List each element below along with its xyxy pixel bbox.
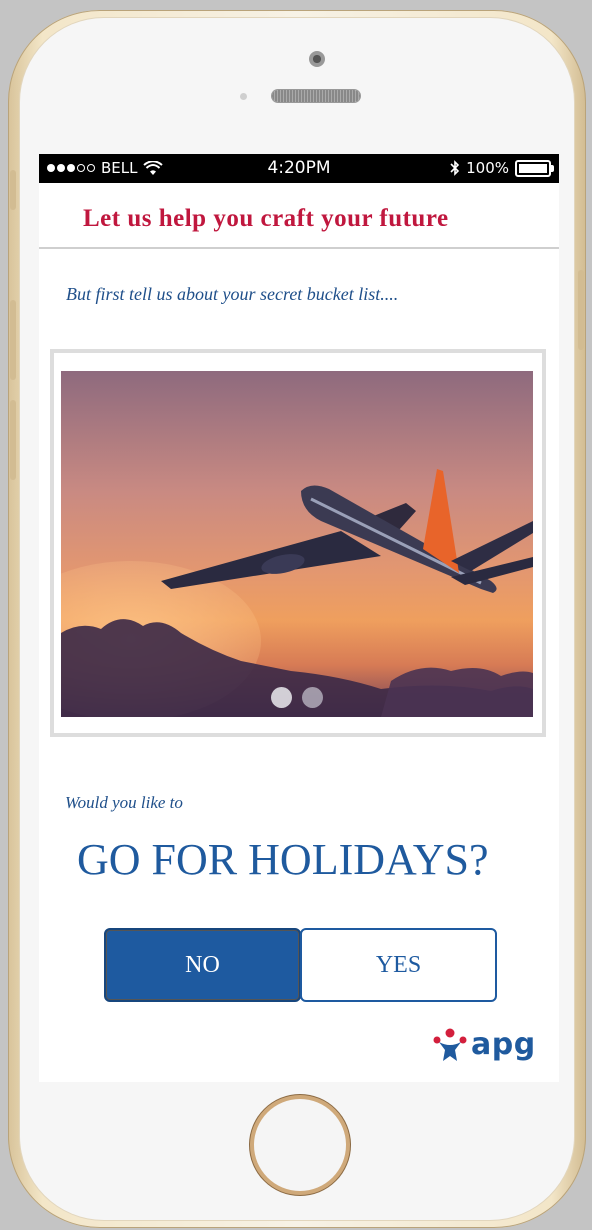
sensor-icon — [240, 93, 247, 100]
bluetooth-icon — [450, 160, 460, 176]
question-title: GO FOR HOLIDAYS? — [77, 835, 489, 884]
battery-percent: 100% — [466, 159, 509, 177]
volume-down-button — [10, 400, 16, 480]
volume-up-button — [10, 300, 16, 380]
app-screen: BELL 4:20PM 100% Let us help you craft y… — [39, 154, 559, 1082]
status-bar: BELL 4:20PM 100% — [39, 154, 559, 183]
carousel-dot[interactable] — [302, 687, 323, 708]
logo-text: apg — [471, 1027, 536, 1062]
airplane-icon — [61, 469, 533, 717]
battery-icon — [515, 159, 554, 177]
power-button — [578, 270, 584, 350]
page-title: Let us help you craft your future — [83, 205, 449, 232]
home-button[interactable] — [254, 1099, 346, 1191]
airplane-sunset-image[interactable] — [61, 371, 533, 717]
question-intro: Would you like to — [65, 793, 183, 812]
apg-logo: apg — [433, 1027, 536, 1062]
no-button[interactable]: NO — [104, 928, 301, 1002]
carousel-dot-active[interactable] — [271, 687, 292, 708]
intro-text: But first tell us about your secret buck… — [66, 284, 399, 304]
image-carousel[interactable] — [50, 349, 546, 737]
camera-icon — [309, 51, 325, 67]
app-header: Let us help you craft your future — [39, 183, 559, 249]
speaker-grille — [272, 90, 360, 102]
mute-switch — [10, 170, 16, 210]
yes-button[interactable]: YES — [300, 928, 497, 1002]
carousel-indicators — [271, 687, 323, 708]
apg-person-icon — [433, 1028, 467, 1061]
